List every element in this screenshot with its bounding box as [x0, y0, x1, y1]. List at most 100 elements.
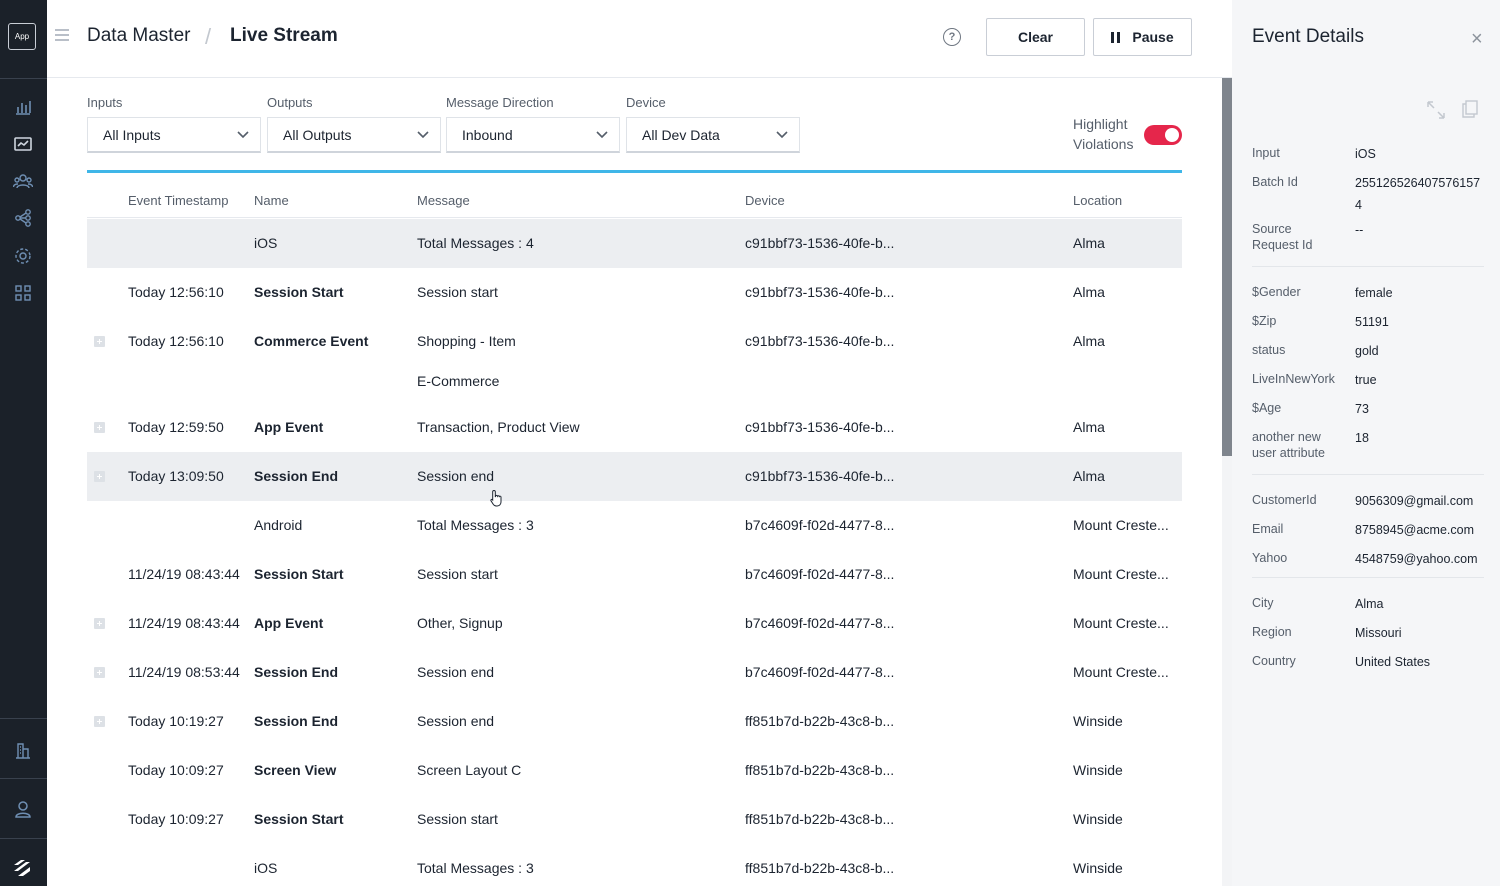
cell-name: App Event [254, 419, 324, 435]
detail-label: CustomerId [1252, 493, 1317, 507]
cell-timestamp: Today 13:09:50 [128, 468, 224, 484]
cell-message: Transaction, Product View [417, 419, 580, 435]
column-header-timestamp: Event Timestamp [128, 193, 229, 208]
detail-value: Alma [1355, 597, 1384, 611]
table-row[interactable]: Today 10:19:27 Session End Session end ff85… [87, 697, 1182, 746]
detail-label: Source Request Id [1252, 222, 1313, 252]
expand-row-icon[interactable] [94, 618, 105, 629]
table-row[interactable]: iOS Total Messages : 3 ff851b7d-b22b-43c8-… [87, 844, 1182, 886]
copy-icon[interactable] [1462, 100, 1478, 118]
live-stream-icon[interactable] [11, 132, 35, 156]
nav-divider [0, 718, 47, 719]
cell-location: Alma [1073, 235, 1105, 251]
cell-name: Session End [254, 664, 339, 680]
detail-value: 51191 [1355, 315, 1389, 329]
expand-row-icon[interactable] [94, 667, 105, 678]
cell-device: ff851b7d-b22b-43c8-b... [745, 811, 895, 827]
help-icon[interactable]: ? [943, 28, 961, 46]
cell-name: Session Start [254, 566, 344, 582]
expand-row-icon[interactable] [94, 422, 105, 433]
cell-device: c91bbf73-1536-40fe-b... [745, 419, 895, 435]
cell-message: Other, Signup [417, 615, 503, 631]
table-row[interactable]: 11/24/19 08:43:44 App Event Other, Signup b… [87, 599, 1182, 648]
cell-name: Commerce Event [254, 333, 369, 349]
table-row[interactable]: Android Total Messages : 3 b7c4609f-f02d-4… [87, 501, 1182, 550]
table-row[interactable]: 11/24/19 08:53:44 Session End Session end b… [87, 648, 1182, 697]
menu-icon[interactable] [55, 29, 69, 41]
detail-value: -- [1355, 223, 1364, 237]
table-row[interactable]: Today 12:59:50 App Event Transaction, Prod… [87, 403, 1182, 452]
detail-value: Missouri [1355, 626, 1402, 640]
device-select-value: All Dev Data [642, 127, 720, 143]
users-icon[interactable] [11, 169, 35, 193]
expand-row-icon[interactable] [94, 336, 105, 347]
cell-message: Screen Layout C [417, 762, 522, 778]
expand-row-icon[interactable] [94, 471, 105, 482]
breadcrumb-parent[interactable]: Data Master [87, 25, 190, 47]
detail-value: gold [1355, 344, 1379, 358]
detail-group-divider [1252, 266, 1484, 267]
cell-name: Session End [254, 713, 339, 729]
table-row[interactable]: iOS Total Messages : 4 c91bbf73-1536-40fe-… [87, 219, 1182, 268]
column-header-message: Message [417, 193, 470, 208]
expand-icon[interactable] [1426, 100, 1446, 120]
cell-timestamp: Today 12:56:10 [128, 284, 224, 300]
cell-device: b7c4609f-f02d-4477-8... [745, 517, 895, 533]
inputs-select-value: All Inputs [103, 127, 161, 143]
outputs-select-value: All Outputs [283, 127, 352, 143]
cell-location: Alma [1073, 284, 1105, 300]
table-row[interactable]: Today 13:09:50 Session End Session end c91b… [87, 452, 1182, 501]
direction-select[interactable]: Inbound [446, 117, 620, 153]
cell-device: ff851b7d-b22b-43c8-b... [745, 860, 895, 876]
pause-button[interactable]: Pause [1093, 18, 1192, 56]
outputs-select[interactable]: All Outputs [267, 117, 441, 153]
clear-button[interactable]: Clear [986, 18, 1085, 56]
breadcrumb-separator: / [205, 24, 212, 49]
inputs-select[interactable]: All Inputs [87, 117, 261, 153]
cell-timestamp: 11/24/19 08:43:44 [128, 615, 240, 631]
settings-icon[interactable] [11, 244, 35, 268]
expand-row-icon[interactable] [94, 716, 105, 727]
column-header-device: Device [745, 193, 785, 208]
detail-label: $Zip [1252, 314, 1277, 328]
detail-label: Region [1252, 625, 1292, 639]
app-logo[interactable]: App [8, 23, 36, 50]
stream-progress-line [87, 170, 1182, 173]
detail-label: City [1252, 596, 1274, 610]
nav-divider [0, 778, 47, 779]
bar-chart-icon[interactable] [11, 95, 35, 119]
detail-value: 18 [1355, 431, 1369, 445]
close-icon[interactable]: × [1471, 28, 1483, 51]
cell-name: Session Start [254, 811, 344, 827]
cell-name: Screen View [254, 762, 337, 778]
cell-name: iOS [254, 860, 278, 876]
cell-device: b7c4609f-f02d-4477-8... [745, 664, 895, 680]
connections-icon[interactable] [11, 206, 35, 230]
cell-location: Winside [1073, 713, 1123, 729]
page-title: Live Stream [230, 25, 338, 46]
brand-logo-icon[interactable] [11, 856, 35, 880]
inputs-filter-label: Inputs [87, 95, 123, 110]
detail-label: Yahoo [1252, 551, 1288, 565]
table-row[interactable]: 11/24/19 08:43:44 Session Start Session st… [87, 550, 1182, 599]
user-icon[interactable] [11, 797, 35, 821]
table-row[interactable]: Today 12:56:10 Session Start Session start… [87, 268, 1182, 317]
cell-message: Session start [417, 566, 498, 582]
cell-device: c91bbf73-1536-40fe-b... [745, 333, 895, 349]
cell-location: Mount Creste... [1073, 664, 1169, 680]
table-row[interactable]: Today 10:09:27 Session Start Session start… [87, 795, 1182, 844]
table-row[interactable]: Today 12:56:10 Commerce Event Shopping - I… [87, 317, 1182, 403]
cell-location: Mount Creste... [1073, 615, 1169, 631]
highlight-label-line1: Highlight [1073, 116, 1128, 132]
highlight-violations-toggle[interactable] [1144, 125, 1182, 145]
cell-message: Session end [417, 713, 495, 729]
device-select[interactable]: All Dev Data [626, 117, 800, 153]
scrollbar-thumb[interactable] [1222, 78, 1232, 456]
table-row[interactable]: Today 10:09:27 Screen View Screen Layout C… [87, 746, 1182, 795]
detail-value: iOS [1355, 147, 1376, 161]
cell-message: Total Messages : 3 [417, 860, 534, 876]
direction-select-value: Inbound [462, 127, 513, 143]
city-icon[interactable] [11, 738, 35, 762]
cell-name: iOS [254, 235, 278, 251]
apps-grid-icon[interactable] [11, 281, 35, 305]
